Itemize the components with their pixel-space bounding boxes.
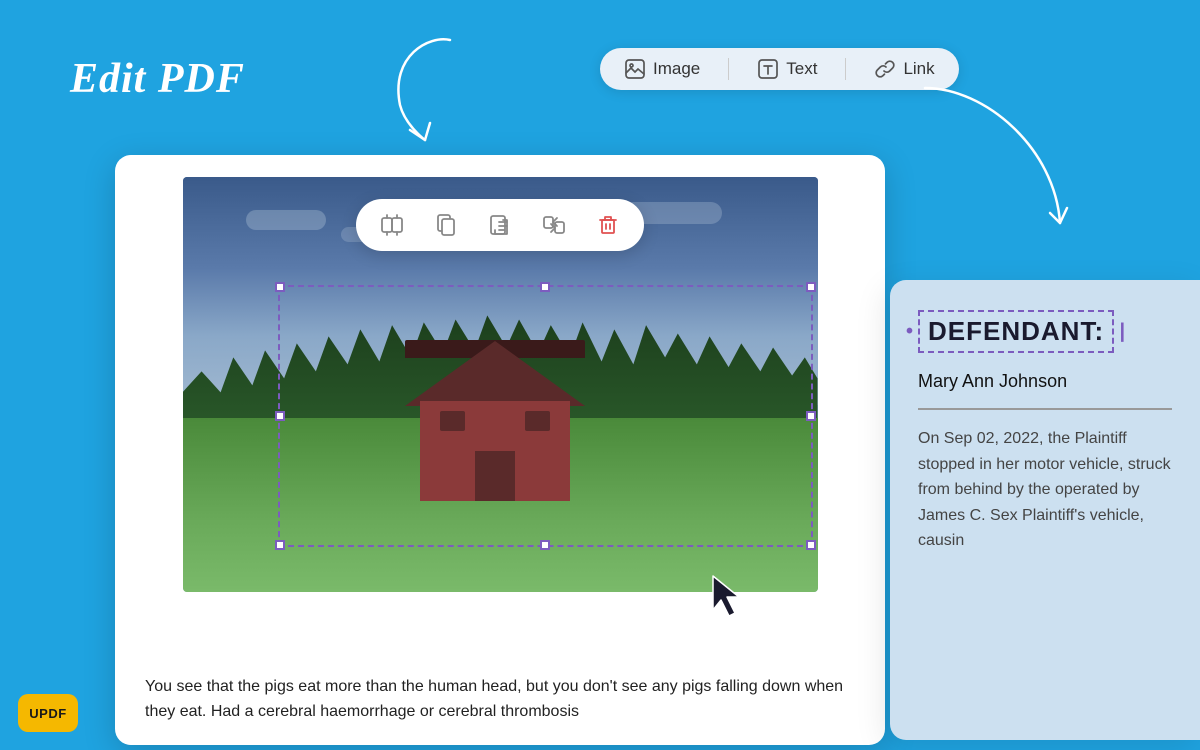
convert-button[interactable] xyxy=(538,209,570,241)
updf-logo: UPDF xyxy=(18,694,78,732)
toolbar-divider-2 xyxy=(845,58,846,80)
defendant-body-text: On Sep 02, 2022, the Plaintiff stopped i… xyxy=(918,426,1172,554)
toolbar-divider-1 xyxy=(728,58,729,80)
top-area: Edit PDF Image xyxy=(0,0,1200,160)
extract-button[interactable] xyxy=(484,209,516,241)
barn-door xyxy=(475,451,515,501)
defendant-name: Mary Ann Johnson xyxy=(918,371,1172,410)
pdf-text-content: You see that the pigs eat more than the … xyxy=(145,678,843,720)
arrow-down-icon xyxy=(370,25,500,150)
cursor-arrow xyxy=(709,572,745,625)
toolbar-item-image[interactable]: Image xyxy=(624,58,700,80)
barn-window-right xyxy=(525,411,550,431)
barn-roof xyxy=(405,341,585,406)
delete-button[interactable] xyxy=(592,209,624,241)
pdf-body-text: You see that the pigs eat more than the … xyxy=(145,675,855,725)
page-title: Edit PDF xyxy=(70,55,245,103)
pdf-card: You see that the pigs eat more than the … xyxy=(115,155,885,745)
logo-text: UPDF xyxy=(29,706,66,721)
image-toolbar xyxy=(356,199,644,251)
image-icon xyxy=(624,58,646,80)
barn xyxy=(405,341,585,501)
toolbar-text-label: Text xyxy=(786,59,817,79)
replace-button[interactable] xyxy=(376,209,408,241)
barn-body xyxy=(420,401,570,501)
defendant-label: DEFENDANT: xyxy=(918,310,1114,353)
toolbar-item-text[interactable]: Text xyxy=(757,58,817,80)
barn-window-left xyxy=(440,411,465,431)
text-icon xyxy=(757,58,779,80)
right-card: DEFENDANT: Mary Ann Johnson On Sep 02, 2… xyxy=(890,280,1200,740)
pdf-image-area xyxy=(183,177,818,592)
arrow-right-icon xyxy=(905,68,1105,268)
link-icon xyxy=(874,58,896,80)
crop-button[interactable] xyxy=(430,209,462,241)
toolbar-image-label: Image xyxy=(653,59,700,79)
cloud-1 xyxy=(246,210,326,230)
